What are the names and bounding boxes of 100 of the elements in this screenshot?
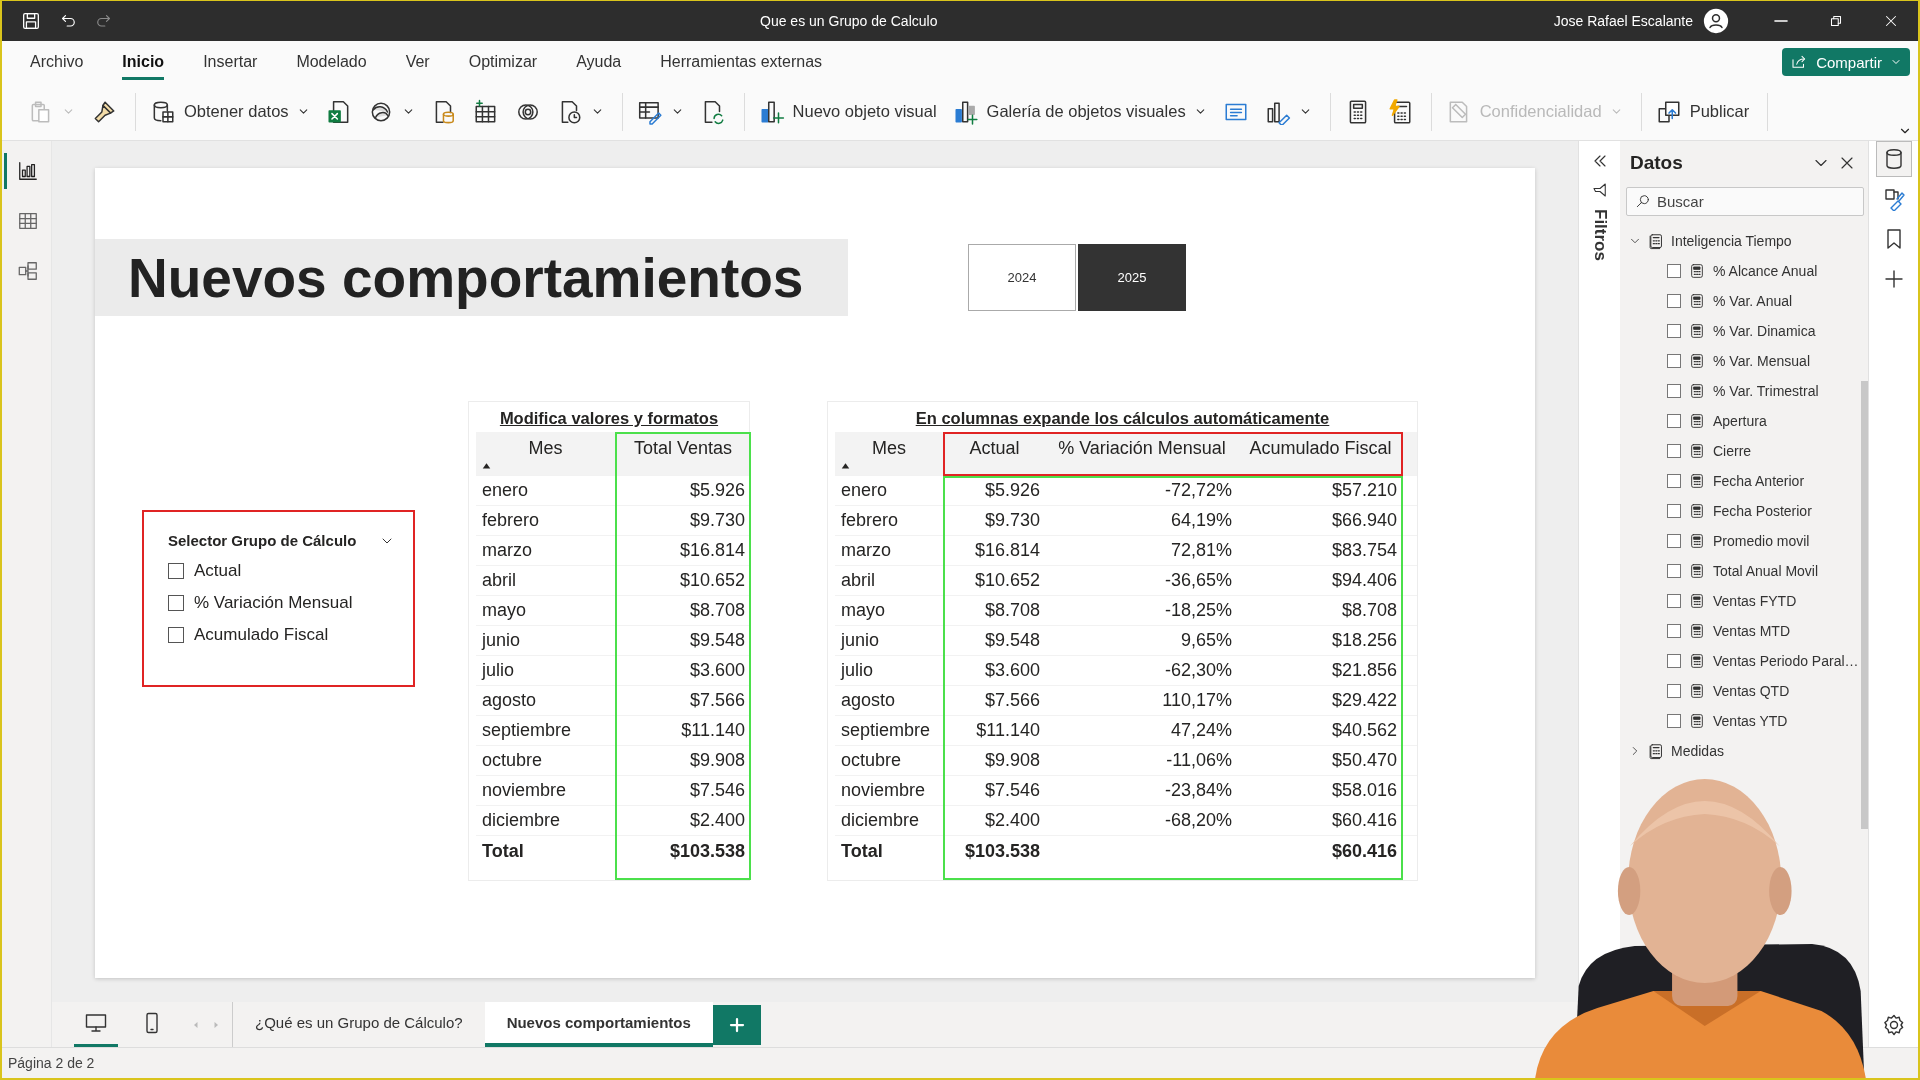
checkbox[interactable] (1667, 504, 1681, 518)
field-label[interactable]: Ventas MTD (1713, 623, 1791, 639)
ribbon-button[interactable]: Galería de objetos visuales (946, 94, 1213, 129)
data-pane-button[interactable] (1875, 141, 1912, 177)
checkbox[interactable] (1667, 534, 1681, 548)
checkbox[interactable] (1667, 444, 1681, 458)
table-cell-text: $3.600 (983, 659, 1041, 682)
field-label[interactable]: Promedio movil (1713, 533, 1810, 549)
checkbox[interactable] (168, 563, 184, 579)
table-cell-text: marzo (481, 539, 533, 562)
column-header[interactable]: Mes (476, 432, 615, 475)
field-label[interactable]: Fecha Anterior (1713, 473, 1805, 489)
column-header[interactable]: Mes (835, 432, 943, 475)
add-page-button[interactable] (712, 1005, 761, 1045)
save-icon[interactable] (20, 10, 42, 32)
field-label[interactable]: Ventas YTD (1713, 713, 1788, 729)
table-cell-text: noviembre (840, 779, 927, 802)
checkbox[interactable] (1667, 324, 1681, 338)
table-cell-text: enero (481, 479, 530, 502)
year-button[interactable]: 2025 (1078, 244, 1186, 311)
menu-tab[interactable]: Inicio (122, 44, 165, 80)
total-cell-text: Total (840, 839, 884, 863)
filters-label[interactable]: Filtros (1589, 209, 1610, 261)
table-cell-text: $5.926 (983, 479, 1041, 502)
field-label[interactable]: Ventas Periodo Paral… (1713, 653, 1859, 669)
table-cell-text: $18.256 (1330, 629, 1398, 652)
page-tab[interactable]: Nuevos comportamientos (484, 1002, 713, 1047)
menu-tab[interactable]: Archivo (30, 44, 84, 80)
table-cell-text: $29.422 (1330, 689, 1398, 712)
checkbox[interactable] (168, 627, 184, 643)
monitor-icon (84, 1011, 108, 1035)
scrollbar-thumb[interactable] (1861, 381, 1868, 829)
calculator-icon (1689, 713, 1705, 729)
field-label[interactable]: Total Anual Movil (1713, 563, 1819, 579)
window-title: Que es un Grupo de Calculo (760, 13, 938, 29)
menu-tab[interactable]: Optimizar (468, 44, 538, 80)
table-cell-text: marzo (840, 539, 892, 562)
menu-tab[interactable]: Insertar (203, 44, 258, 80)
checkbox[interactable] (1667, 384, 1681, 398)
checkbox[interactable] (168, 595, 184, 611)
checkbox[interactable] (1667, 294, 1681, 308)
checkbox[interactable] (1667, 594, 1681, 608)
menu-tab[interactable]: Modelado (296, 44, 367, 80)
checkbox[interactable] (1667, 474, 1681, 488)
field-label[interactable]: Fecha Posterior (1713, 503, 1812, 519)
table-cell-text: $7.546 (983, 779, 1041, 802)
field-label[interactable]: % Var. Dinamica (1713, 323, 1816, 339)
column-header[interactable]: Acumulado Fiscal (1238, 432, 1403, 475)
checkbox[interactable] (1667, 414, 1681, 428)
table-cell-text: $57.210 (1330, 479, 1398, 502)
checkbox[interactable] (1667, 714, 1681, 728)
ribbon-button[interactable]: Obtener datos (144, 94, 316, 129)
report-title: Nuevos comportamientos (128, 245, 804, 310)
table-cell-text: -68,20% (1163, 809, 1233, 832)
ribbon-button[interactable]: Nuevo objeto visual (752, 94, 943, 129)
field-label[interactable]: Ventas FYTD (1713, 593, 1797, 609)
table-cell-text: $9.730 (983, 509, 1041, 532)
tree-item[interactable]: Inteligencia Tiempo (1620, 226, 1792, 256)
year-button[interactable]: 2024 (968, 244, 1076, 311)
field-label[interactable]: % Var. Anual (1713, 293, 1793, 309)
sort-arrow-icon[interactable] (840, 461, 851, 470)
field-label[interactable]: % Alcance Anual (1713, 263, 1818, 279)
total-cell-text: $60.416 (1330, 839, 1398, 863)
table-cell-text: $10.652 (973, 569, 1041, 592)
checkbox[interactable] (1667, 354, 1681, 368)
search-field[interactable]: Buscar (1626, 187, 1864, 216)
checkbox[interactable] (1667, 684, 1681, 698)
sort-arrow-icon[interactable] (481, 461, 492, 470)
minimize-icon (1773, 20, 1788, 22)
checkbox[interactable] (1667, 564, 1681, 578)
table-cell-text: $9.908 (688, 749, 746, 772)
field-label[interactable]: % Var. Mensual (1713, 353, 1810, 369)
calculator-icon (1648, 232, 1665, 250)
checkbox[interactable] (1667, 264, 1681, 278)
field-label[interactable]: % Var. Trimestral (1713, 383, 1819, 399)
calculator-icon (1689, 293, 1705, 309)
page-tab[interactable]: ¿Qué es un Grupo de Cálculo? (233, 1002, 485, 1047)
column-header[interactable]: Total Ventas (615, 432, 751, 475)
checkbox[interactable] (1667, 624, 1681, 638)
checkbox[interactable] (1667, 654, 1681, 668)
pane-title: Datos (1630, 152, 1683, 174)
menu-tab[interactable]: Ver (405, 44, 430, 80)
column-header[interactable]: % Variación Mensual (1046, 432, 1238, 475)
ribbon-button[interactable]: Publicar (1649, 94, 1756, 129)
table-cell-text: febrero (481, 509, 541, 532)
table-cell-text: agosto (481, 689, 538, 712)
page-indicator: Página 2 de 2 (8, 1055, 95, 1071)
table-cell-text: -23,84% (1163, 779, 1233, 802)
field-label[interactable]: Ventas QTD (1713, 683, 1790, 699)
menu-tab[interactable]: Herramientas externas (660, 44, 823, 80)
tree-item[interactable]: Medidas (1620, 736, 1724, 766)
column-header[interactable]: Actual (943, 432, 1046, 475)
field-label[interactable]: Apertura (1713, 413, 1767, 429)
menu-tab[interactable]: Ayuda (576, 44, 622, 80)
table-cell-text: $8.708 (1340, 599, 1398, 622)
share-button[interactable]: Compartir (1782, 48, 1910, 76)
user-avatar-icon[interactable] (1703, 8, 1729, 34)
calculator-icon (1689, 443, 1705, 459)
field-label[interactable]: Cierre (1713, 443, 1752, 459)
table-cell-text: $83.754 (1330, 539, 1398, 562)
